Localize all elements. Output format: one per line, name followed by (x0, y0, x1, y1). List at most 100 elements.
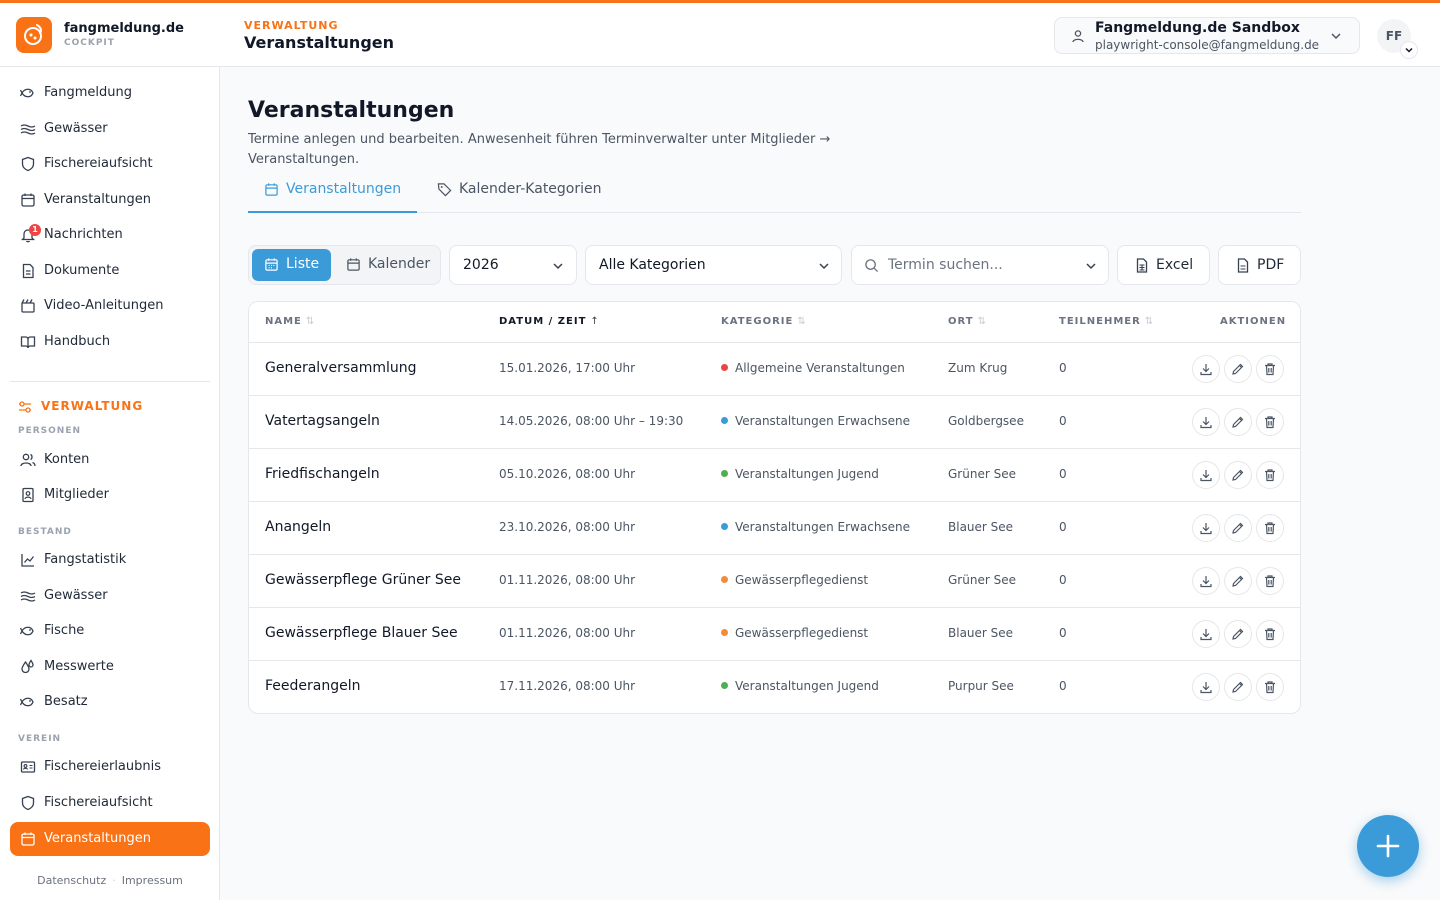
edit-button[interactable] (1224, 567, 1252, 595)
imprint-link[interactable]: Impressum (122, 874, 183, 887)
sidebar-item-fangmeldung[interactable]: Fangmeldung (10, 76, 210, 110)
view-toggle: Liste Kalender (248, 245, 441, 285)
sidebar-group-bestand: BESTAND (18, 527, 72, 537)
table-row[interactable]: Anangeln 23.10.2026, 08:00 Uhr Veranstaltu… (249, 502, 1300, 555)
sidebar-item-gewaesser-bestand[interactable]: Gewässer (10, 579, 210, 613)
sidebar-item-dokumente[interactable]: Dokumente (10, 254, 210, 288)
view-calendar-button[interactable]: Kalender (334, 249, 438, 281)
download-button[interactable] (1192, 355, 1220, 383)
edit-button[interactable] (1224, 673, 1252, 701)
table-row[interactable]: Friedfischangeln 05.10.2026, 08:00 Uhr Ver… (249, 449, 1300, 502)
sidebar-item-video-anleitungen[interactable]: Video-Anleitungen (10, 289, 210, 323)
sidebar-item-label: Fische (44, 623, 85, 638)
sidebar-item-veranstaltungen-active[interactable]: Veranstaltungen (10, 822, 210, 856)
delete-button[interactable] (1256, 620, 1284, 648)
column-header-participants[interactable]: TEILNEHMER ⇅ (1059, 316, 1153, 327)
sidebar-item-messwerte[interactable]: Messwerte (10, 650, 210, 684)
tab-kalender-kategorien[interactable]: Kalender-Kategorien (421, 176, 621, 213)
brand-name[interactable]: fangmeldung.de (64, 21, 184, 36)
column-header-place[interactable]: ORT ⇅ (948, 316, 986, 327)
brand-logo-icon[interactable] (16, 17, 52, 53)
delete-button[interactable] (1256, 461, 1284, 489)
sidebar-divider (10, 381, 210, 382)
year-select[interactable]: 2026 (449, 245, 577, 285)
column-header-date[interactable]: DATUM / ZEIT ↑ (499, 316, 599, 327)
category-color-dot (721, 576, 728, 583)
sidebar-item-fangstatistik[interactable]: Fangstatistik (10, 543, 210, 577)
download-button[interactable] (1192, 673, 1220, 701)
category-select-value: Alle Kategorien (599, 257, 706, 273)
delete-button[interactable] (1256, 567, 1284, 595)
delete-button[interactable] (1256, 355, 1284, 383)
page-description: Termine anlegen und bearbeiten. Anwesenh… (248, 132, 831, 167)
download-button[interactable] (1192, 567, 1220, 595)
sidebar-item-handbuch[interactable]: Handbuch (10, 325, 210, 359)
table-row[interactable]: Gewässerpflege Grüner See 01.11.2026, 08:… (249, 555, 1300, 608)
table-row[interactable]: Feederangeln 17.11.2026, 08:00 Uhr Veranst… (249, 661, 1300, 713)
sidebar-item-label: Fangstatistik (44, 552, 127, 567)
edit-button[interactable] (1224, 461, 1252, 489)
shield-icon (20, 156, 36, 172)
edit-button[interactable] (1224, 620, 1252, 648)
line-chart-icon (20, 552, 36, 568)
sidebar-item-fischereiaufsicht[interactable]: Fischereiaufsicht (10, 147, 210, 181)
tab-bar: Veranstaltungen Kalender-Kategorien (248, 176, 1301, 213)
sidebar-item-gewaesser[interactable]: Gewässer (10, 112, 210, 146)
table-row[interactable]: Vatertagsangeln 14.05.2026, 08:00 Uhr – 1… (249, 396, 1300, 449)
account-switcher[interactable]: Fangmeldung.de Sandbox playwright-consol… (1054, 17, 1360, 54)
view-list-button[interactable]: Liste (252, 249, 331, 281)
event-participants: 0 (1059, 361, 1067, 375)
excel-export-button[interactable]: Excel (1117, 245, 1210, 285)
delete-button[interactable] (1256, 514, 1284, 542)
table-row[interactable]: Gewässerpflege Blauer See 01.11.2026, 08:… (249, 608, 1300, 661)
events-table: NAME ⇅ DATUM / ZEIT ↑ KATEGORIE ⇅ ORT ⇅ TEIL… (248, 301, 1301, 714)
category-label: Veranstaltungen Jugend (735, 467, 879, 481)
edit-button[interactable] (1224, 514, 1252, 542)
document-icon (1236, 258, 1250, 273)
tab-veranstaltungen[interactable]: Veranstaltungen (248, 176, 417, 213)
sidebar-section-verwaltung: VERWALTUNG (18, 399, 143, 413)
download-button[interactable] (1192, 461, 1220, 489)
chevron-down-icon[interactable] (1084, 259, 1098, 273)
sidebar-item-veranstaltungen[interactable]: Veranstaltungen (10, 183, 210, 217)
search-input[interactable] (888, 254, 1078, 276)
event-name: Gewässerpflege Grüner See (265, 572, 461, 588)
edit-button[interactable] (1224, 355, 1252, 383)
sidebar-item-konten[interactable]: Konten (10, 443, 210, 477)
privacy-link[interactable]: Datenschutz (37, 874, 106, 887)
account-name: Fangmeldung.de Sandbox (1095, 20, 1300, 36)
delete-button[interactable] (1256, 673, 1284, 701)
pdf-export-button[interactable]: PDF (1218, 245, 1301, 285)
sidebar-item-fischereierlaubnis[interactable]: Fischereierlaubnis (10, 750, 210, 784)
event-date: 01.11.2026, 08:00 Uhr (499, 626, 636, 640)
delete-button[interactable] (1256, 408, 1284, 436)
calendar-icon (20, 192, 36, 208)
pencil-icon (1231, 521, 1245, 535)
main-content: Veranstaltungen Termine anlegen und bear… (220, 67, 1440, 900)
event-place: Purpur See (948, 679, 1014, 693)
add-event-button[interactable] (1357, 815, 1419, 877)
download-button[interactable] (1192, 620, 1220, 648)
download-button[interactable] (1192, 408, 1220, 436)
avatar-chevron-down-icon[interactable] (1400, 41, 1418, 59)
waves-icon (20, 588, 36, 604)
page-title: Veranstaltungen (248, 98, 455, 123)
download-icon (1199, 521, 1213, 535)
sidebar-item-label: Fischereierlaubnis (44, 759, 162, 774)
edit-button[interactable] (1224, 408, 1252, 436)
download-button[interactable] (1192, 514, 1220, 542)
table-row[interactable]: Generalversammlung 15.01.2026, 17:00 Uhr A… (249, 343, 1300, 396)
sidebar-item-besatz[interactable]: Besatz (10, 685, 210, 719)
column-header-category[interactable]: KATEGORIE ⇅ (721, 316, 806, 327)
column-header-name[interactable]: NAME ⇅ (265, 316, 314, 327)
sidebar-item-mitglieder[interactable]: Mitglieder (10, 478, 210, 512)
sidebar-item-fische[interactable]: Fische (10, 614, 210, 648)
category-select[interactable]: Alle Kategorien (585, 245, 842, 285)
download-icon (1199, 680, 1213, 694)
column-header-label: KATEGORIE (721, 316, 794, 327)
spreadsheet-icon (1135, 258, 1149, 273)
category-label: Veranstaltungen Erwachsene (735, 520, 911, 534)
download-icon (1199, 627, 1213, 641)
sidebar-item-fischereiaufsicht-verein[interactable]: Fischereiaufsicht (10, 786, 210, 820)
sidebar-item-nachrichten[interactable]: 1 Nachrichten (10, 218, 210, 252)
